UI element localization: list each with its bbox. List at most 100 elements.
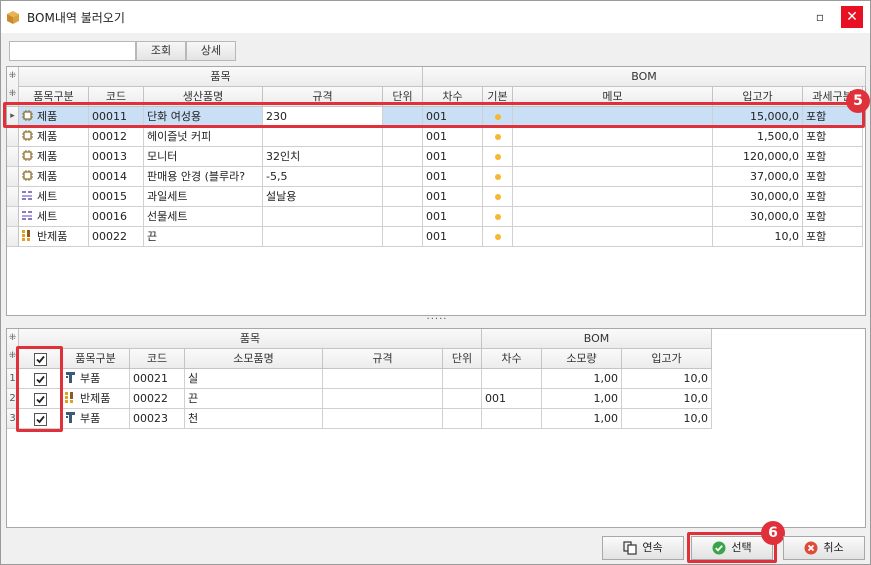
minimize-button[interactable]: ▫: [809, 6, 831, 28]
cell-tax[interactable]: 포함: [803, 227, 863, 247]
cell-unit[interactable]: [383, 187, 423, 207]
cell-code[interactable]: 00016: [89, 207, 144, 227]
cell-type[interactable]: 반제품: [62, 389, 130, 409]
cell-unit[interactable]: [383, 167, 423, 187]
continuous-button[interactable]: 연속: [602, 536, 684, 560]
cell-spec[interactable]: 설날용: [263, 187, 383, 207]
cell-seq[interactable]: [482, 409, 542, 429]
cell-type[interactable]: 제품: [19, 127, 89, 147]
cell-price[interactable]: 120,000,0: [713, 147, 803, 167]
cell-tax[interactable]: 포함: [803, 167, 863, 187]
cell-spec[interactable]: [263, 127, 383, 147]
cell-code[interactable]: 00012: [89, 127, 144, 147]
cell-type[interactable]: 세트: [19, 207, 89, 227]
cell-base[interactable]: [483, 167, 513, 187]
col-unit-bottom[interactable]: 단위: [443, 349, 482, 369]
component-grid[interactable]: ⁜ ⁜ 품목 BOM 품목구분 코드 소모품명 규격 단위 차수 소모량 입고가 …: [6, 328, 866, 528]
cell-spec[interactable]: [263, 207, 383, 227]
cell-seq[interactable]: 001: [423, 207, 483, 227]
cell-seq[interactable]: 001: [482, 389, 542, 409]
col-qty-bottom[interactable]: 소모량: [542, 349, 622, 369]
cell-unit[interactable]: [383, 227, 423, 247]
cell-spec[interactable]: 32인치: [263, 147, 383, 167]
cell-unit[interactable]: [443, 409, 482, 429]
cell-name[interactable]: 천: [185, 409, 323, 429]
cell-name[interactable]: 선물세트: [144, 207, 263, 227]
cell-spec[interactable]: -5,5: [263, 167, 383, 187]
cell-type[interactable]: 세트: [19, 187, 89, 207]
cell-memo[interactable]: [513, 147, 713, 167]
cell-unit[interactable]: [443, 389, 482, 409]
cell-code[interactable]: 00023: [130, 409, 185, 429]
cell-spec[interactable]: [323, 389, 443, 409]
col-code-bottom[interactable]: 코드: [130, 349, 185, 369]
cell-qty[interactable]: 1,00: [542, 409, 622, 429]
cell-name[interactable]: 과일세트: [144, 187, 263, 207]
cell-price[interactable]: 10,0: [622, 389, 712, 409]
cell-seq[interactable]: 001: [423, 187, 483, 207]
cell-price[interactable]: 10,0: [622, 369, 712, 389]
close-button[interactable]: ✕: [841, 6, 863, 28]
cell-type[interactable]: 제품: [19, 147, 89, 167]
cell-price[interactable]: 37,000,0: [713, 167, 803, 187]
cell-name[interactable]: 판매용 안경 (블루라?: [144, 167, 263, 187]
cell-price[interactable]: 10,0: [713, 227, 803, 247]
cell-type[interactable]: 제품: [19, 167, 89, 187]
cell-memo[interactable]: [513, 187, 713, 207]
row-indicator[interactable]: [7, 167, 19, 187]
cell-code[interactable]: 00013: [89, 147, 144, 167]
cell-base[interactable]: [483, 207, 513, 227]
col-spec-bottom[interactable]: 규격: [323, 349, 443, 369]
cell-base[interactable]: [483, 147, 513, 167]
cancel-button[interactable]: 취소: [783, 536, 865, 560]
cell-memo[interactable]: [513, 207, 713, 227]
cell-memo[interactable]: [513, 227, 713, 247]
cell-unit[interactable]: [443, 369, 482, 389]
cell-unit[interactable]: [383, 127, 423, 147]
cell-spec[interactable]: [323, 369, 443, 389]
row-indicator[interactable]: [7, 207, 19, 227]
cell-base[interactable]: [483, 127, 513, 147]
row-indicator[interactable]: [7, 227, 19, 247]
search-input[interactable]: [9, 41, 136, 61]
cell-spec[interactable]: [263, 227, 383, 247]
cell-seq[interactable]: 001: [423, 227, 483, 247]
cell-tax[interactable]: 포함: [803, 147, 863, 167]
cell-price[interactable]: 10,0: [622, 409, 712, 429]
cell-base[interactable]: [483, 187, 513, 207]
cell-qty[interactable]: 1,00: [542, 389, 622, 409]
cell-name[interactable]: 모니터: [144, 147, 263, 167]
cell-code[interactable]: 00022: [89, 227, 144, 247]
cell-seq[interactable]: 001: [423, 127, 483, 147]
cell-seq[interactable]: 001: [423, 167, 483, 187]
detail-button[interactable]: 상세: [186, 41, 236, 61]
search-button[interactable]: 조회: [136, 41, 186, 61]
cell-base[interactable]: [483, 227, 513, 247]
cell-code[interactable]: 00022: [130, 389, 185, 409]
cell-code[interactable]: 00014: [89, 167, 144, 187]
col-price-bottom[interactable]: 입고가: [622, 349, 712, 369]
cell-code[interactable]: 00021: [130, 369, 185, 389]
cell-qty[interactable]: 1,00: [542, 369, 622, 389]
row-indicator[interactable]: [7, 127, 19, 147]
col-seq-bottom[interactable]: 차수: [482, 349, 542, 369]
cell-price[interactable]: 30,000,0: [713, 187, 803, 207]
splitter-handle[interactable]: ·····: [426, 315, 448, 325]
cell-code[interactable]: 00015: [89, 187, 144, 207]
cell-type[interactable]: 반제품: [19, 227, 89, 247]
cell-type[interactable]: 부품: [62, 369, 130, 389]
cell-name[interactable]: 헤이즐넛 커피: [144, 127, 263, 147]
cell-spec[interactable]: [323, 409, 443, 429]
col-name-bottom[interactable]: 소모품명: [185, 349, 323, 369]
cell-name[interactable]: 실: [185, 369, 323, 389]
cell-unit[interactable]: [383, 207, 423, 227]
cell-memo[interactable]: [513, 127, 713, 147]
cell-tax[interactable]: 포함: [803, 187, 863, 207]
cell-name[interactable]: 끈: [185, 389, 323, 409]
cell-type[interactable]: 부품: [62, 409, 130, 429]
cell-memo[interactable]: [513, 167, 713, 187]
row-indicator[interactable]: [7, 147, 19, 167]
cell-price[interactable]: 30,000,0: [713, 207, 803, 227]
cell-seq[interactable]: [482, 369, 542, 389]
cell-unit[interactable]: [383, 147, 423, 167]
